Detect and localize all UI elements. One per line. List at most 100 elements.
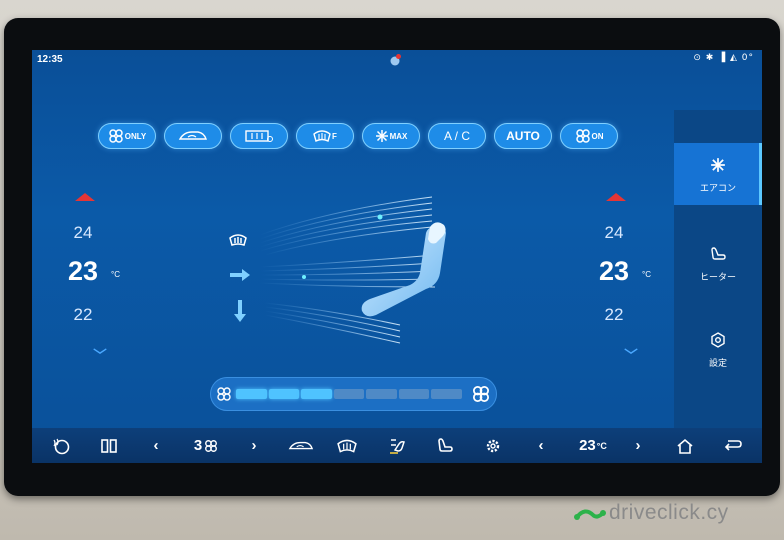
fan-speed-slider[interactable]: [210, 377, 497, 411]
status-icons: ⊙ ✱ ▐ ◭ 0°: [693, 53, 754, 63]
snowflake-icon: [711, 158, 725, 172]
left-temp-current: 23: [67, 256, 99, 286]
fan-speed-segment[interactable]: [398, 389, 430, 399]
brand-logo-icon: [574, 509, 606, 520]
right-temp-upper: 24: [604, 223, 624, 242]
airflow-direction-button[interactable]: [384, 428, 410, 463]
front-defrost-icon: [337, 439, 357, 453]
fan-on-button[interactable]: ON: [560, 123, 618, 149]
split-panel-icon: [101, 438, 117, 453]
recirculation-button[interactable]: [164, 123, 222, 149]
airflow-particle: [377, 214, 383, 220]
fan-low-icon[interactable]: [215, 385, 233, 403]
fan-speed-segment[interactable]: [301, 389, 332, 399]
max-ac-label: MAX: [389, 131, 408, 141]
ac-label: A / C: [443, 129, 470, 143]
settings-shortcut-button[interactable]: [480, 428, 506, 463]
middle-airflow-lines: [259, 254, 436, 288]
tab-heater[interactable]: ヒーター: [674, 232, 762, 294]
fan-decrease-button[interactable]: ‹: [144, 428, 168, 463]
fan-only-button[interactable]: ONLY: [98, 123, 156, 149]
fan-icon: [205, 439, 218, 452]
airflow-seat-illustration: [229, 196, 446, 344]
seat-icon: [361, 222, 446, 317]
home-icon: [677, 438, 693, 454]
fan-speed-segment[interactable]: [366, 389, 397, 399]
steering-heat-button[interactable]: [48, 428, 74, 463]
left-temp-down-icon[interactable]: [93, 347, 107, 355]
right-temp-up-icon[interactable]: [606, 193, 626, 201]
tab-settings[interactable]: 設定: [674, 318, 762, 380]
recirculation-shortcut-button[interactable]: [286, 428, 316, 463]
rear-defrost-button[interactable]: [230, 123, 288, 149]
airflow-particle: [302, 275, 306, 279]
side-tab-panel: エアコン ヒーター 設定: [674, 110, 762, 430]
notification-icon[interactable]: [388, 53, 402, 67]
car-recirculation-icon: [288, 441, 314, 449]
snowflake-icon: [375, 130, 388, 142]
chevron-right-icon: ›: [635, 437, 641, 454]
back-button[interactable]: [720, 428, 746, 463]
fan-icon: [575, 129, 590, 143]
left-temp-unit: °C: [111, 270, 120, 279]
ac-button[interactable]: A / C: [428, 123, 486, 149]
seat-shortcut-button[interactable]: [432, 428, 458, 463]
fan-speed-segment[interactable]: [333, 389, 365, 399]
right-temp-down-icon[interactable]: [624, 347, 638, 355]
fan-speed-track[interactable]: [236, 389, 463, 399]
fan-speed-readout: 3: [188, 428, 224, 463]
left-temp-lower: 22: [73, 305, 93, 324]
fan-speed-segment[interactable]: [236, 389, 267, 399]
front-defrost-label: F: [332, 131, 337, 141]
fan-speed-segment[interactable]: [268, 389, 300, 399]
chevron-left-icon: ‹: [538, 437, 544, 454]
temperature-value: 23: [579, 437, 596, 454]
max-ac-button[interactable]: MAX: [362, 123, 420, 149]
car-recirculation-icon: [178, 131, 207, 140]
front-defrost-shortcut-button[interactable]: [334, 428, 360, 463]
seat-heater-icon: [711, 247, 726, 260]
chevron-right-icon: ›: [251, 437, 257, 454]
rear-defrost-icon: [245, 130, 273, 142]
tab-air-conditioner-label: エアコン: [699, 184, 736, 194]
right-temp-lower: 22: [604, 305, 624, 324]
chevron-left-icon: ‹: [153, 437, 159, 454]
auto-button[interactable]: AUTO: [494, 123, 552, 149]
fan-icon: [109, 129, 123, 143]
fan-increase-button[interactable]: ›: [242, 428, 266, 463]
airflow-direction-icon: [390, 438, 405, 454]
left-temp-up-icon[interactable]: [75, 193, 95, 201]
temp-increase-button[interactable]: ›: [626, 428, 650, 463]
auto-label: AUTO: [506, 129, 540, 143]
front-defrost-icon: [313, 130, 331, 143]
temperature-readout: 23 °C: [572, 428, 614, 463]
tab-air-conditioner[interactable]: エアコン: [674, 143, 762, 205]
front-defrost-button[interactable]: F: [296, 123, 354, 149]
fan-on-label: ON: [591, 131, 604, 141]
active-tab-indicator: [759, 143, 762, 205]
right-temp-current: 23: [598, 256, 630, 286]
windshield-vent-icon: [229, 234, 247, 246]
tab-heater-label: ヒーター: [699, 273, 736, 283]
clock: 12:35: [37, 54, 63, 65]
fan-speed-value: 3: [193, 437, 203, 454]
brand-name: driveclick.cy: [609, 501, 729, 524]
watermark: driveclick.cy: [571, 500, 776, 526]
settings-icon: [711, 332, 725, 348]
steering-wheel-heat-icon: [53, 438, 70, 454]
climate-screen: 12:35 ⊙ ✱ ▐ ◭ 0° ONLY F MAX A / C AUTO O…: [32, 50, 762, 463]
gear-icon: [486, 439, 500, 452]
split-mode-button[interactable]: [96, 428, 122, 463]
left-temp-upper: 24: [73, 223, 93, 242]
right-temp-unit: °C: [642, 270, 651, 279]
bottom-control-bar: ‹ 3 › ‹ 23 °C ›: [32, 428, 762, 463]
temp-decrease-button[interactable]: ‹: [529, 428, 553, 463]
celsius-unit: °C: [596, 440, 607, 451]
tab-settings-label: 設定: [708, 359, 727, 369]
home-button[interactable]: [672, 428, 698, 463]
fan-high-icon[interactable]: [471, 384, 491, 404]
fan-speed-segment[interactable]: [431, 389, 463, 399]
status-bar: 12:35 ⊙ ✱ ▐ ◭ 0°: [32, 50, 762, 70]
fan-only-label: ONLY: [124, 131, 147, 141]
face-vent-arrow-icon: [230, 269, 250, 281]
